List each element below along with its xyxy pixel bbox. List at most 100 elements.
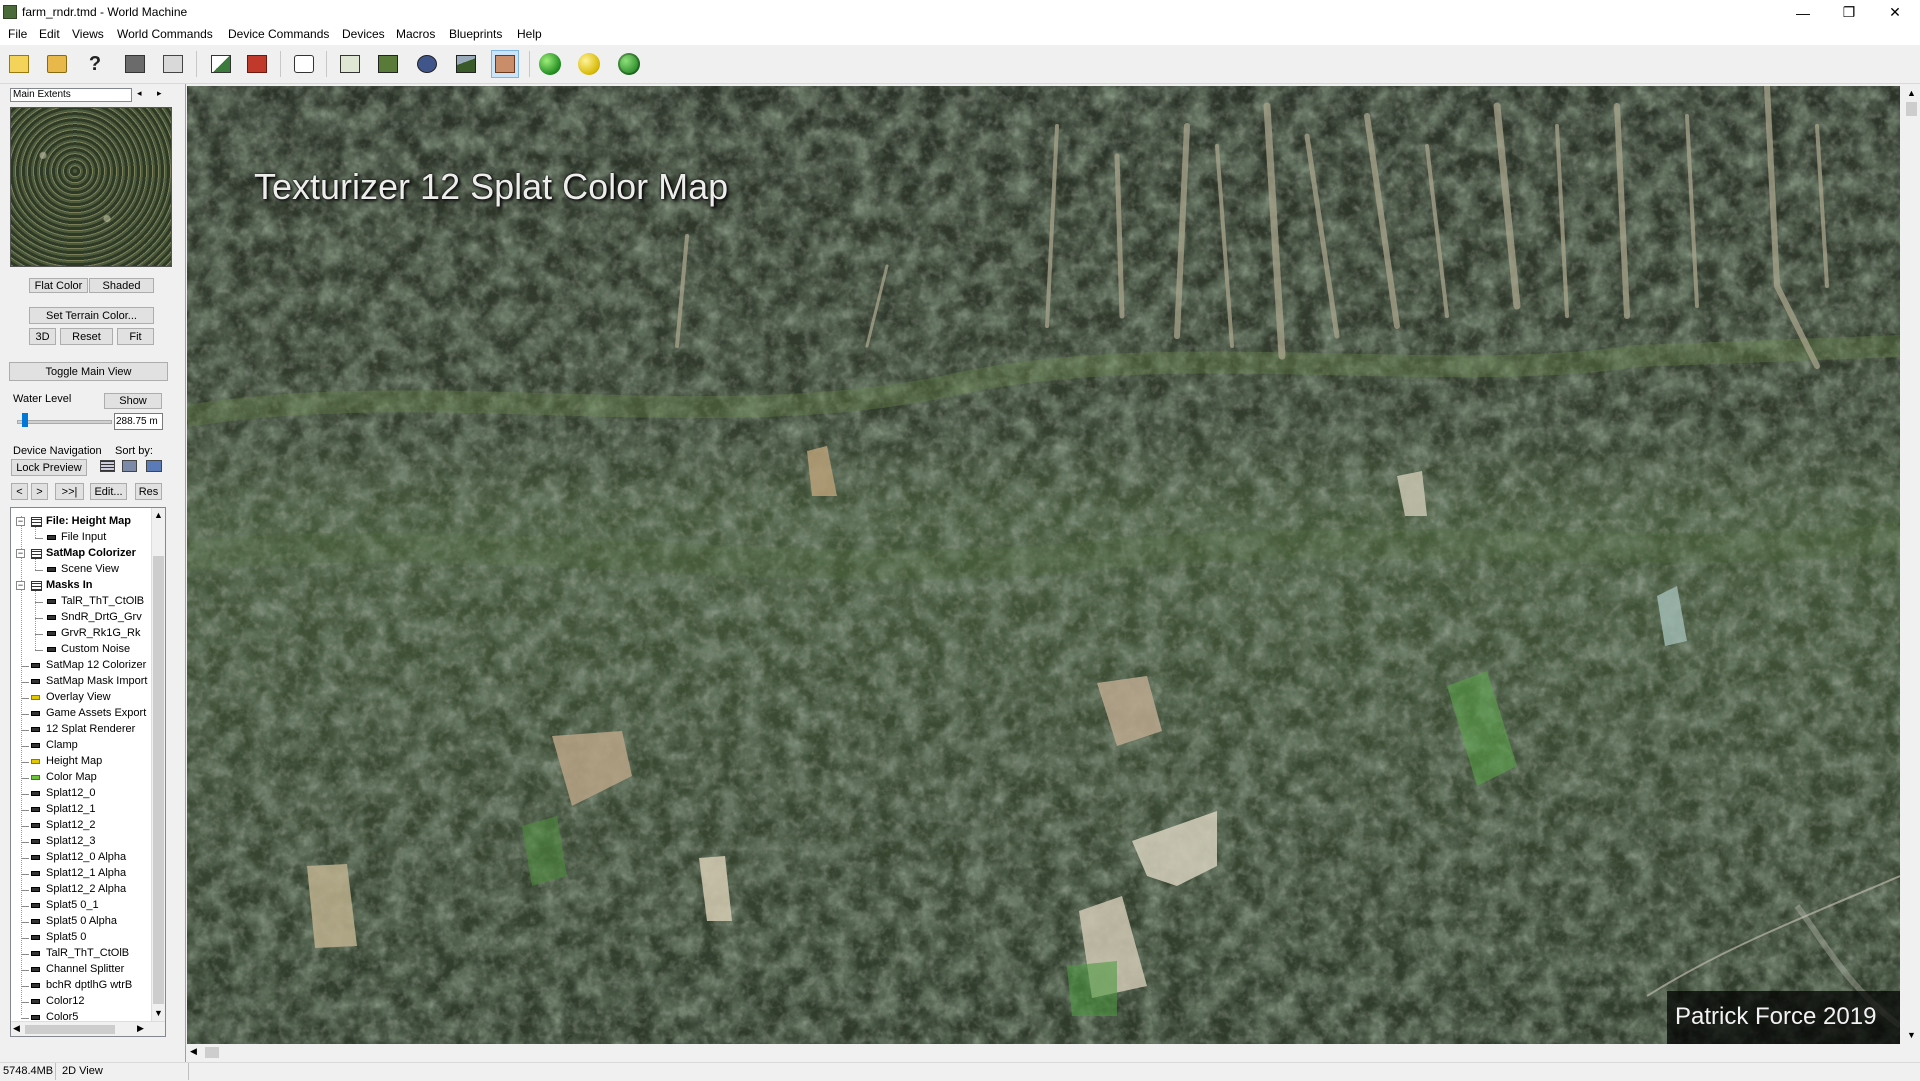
- tree-item-label: Splat12_1: [46, 803, 96, 815]
- scroll-left-arrow[interactable]: ◀: [13, 1023, 20, 1034]
- menu-views[interactable]: Views: [72, 27, 104, 41]
- minimize-button[interactable]: —: [1780, 0, 1826, 25]
- terrain-render: [187, 86, 1900, 1044]
- app-icon: [3, 5, 17, 19]
- set-terrain-color-button[interactable]: Set Terrain Color...: [29, 307, 154, 324]
- viewport-vertical-scrollbar[interactable]: ▲ ▼: [1903, 86, 1920, 1044]
- device-icon: [31, 695, 40, 700]
- tree-item-label: GrvR_Rk1G_Rk: [61, 627, 141, 639]
- menu-macros[interactable]: Macros: [396, 27, 435, 41]
- menu-devices[interactable]: Devices: [342, 27, 385, 41]
- sort-type-icon[interactable]: [122, 460, 137, 472]
- device-view-icon[interactable]: [336, 50, 364, 78]
- tree-horizontal-scrollbar[interactable]: ◀ ▶: [11, 1021, 165, 1036]
- sort-list-icon[interactable]: [100, 460, 115, 472]
- restore-button[interactable]: ❐: [1826, 0, 1872, 25]
- shaded-button[interactable]: Shaded: [89, 278, 154, 293]
- status-bar: 5748.4MB 2D View: [0, 1062, 1920, 1081]
- menu-blueprints[interactable]: Blueprints: [449, 27, 502, 41]
- yellow-ball-icon[interactable]: [575, 50, 603, 78]
- device-icon: [31, 759, 40, 764]
- sort-graph-icon[interactable]: [146, 460, 162, 472]
- water-level-slider[interactable]: [22, 413, 29, 427]
- scroll-down-arrow[interactable]: ▼: [154, 1008, 163, 1018]
- extents-select[interactable]: Main Extents: [10, 88, 132, 102]
- device-icon: [47, 599, 56, 604]
- device-icon: [31, 855, 40, 860]
- tree-scroll-thumb[interactable]: [153, 556, 164, 1004]
- dice-icon[interactable]: [290, 50, 318, 78]
- fit-button[interactable]: Fit: [117, 328, 154, 345]
- nav-last-button[interactable]: >>|: [55, 483, 84, 500]
- tree-item-label: File: Height Map: [46, 515, 131, 527]
- explorer-view-icon[interactable]: [413, 50, 441, 78]
- 2d-view-viewport[interactable]: Texturizer 12 Splat Color Map Patrick Fo…: [187, 86, 1900, 1044]
- device-icon: [47, 615, 56, 620]
- save-icon[interactable]: [121, 50, 149, 78]
- close-button[interactable]: ✕: [1872, 0, 1918, 25]
- group-icon: [31, 549, 42, 559]
- collapse-icon[interactable]: −: [16, 581, 25, 590]
- stop-icon[interactable]: [243, 50, 271, 78]
- tree-item-label: Splat12_2 Alpha: [46, 883, 127, 895]
- collapse-icon[interactable]: −: [16, 517, 25, 526]
- viewport-hscroll-thumb[interactable]: [205, 1047, 219, 1058]
- tree-item-label: Splat12_1 Alpha: [46, 867, 127, 879]
- tree-item-label: Splat5 0: [46, 931, 87, 943]
- toggle-main-view-button[interactable]: Toggle Main View: [9, 362, 168, 381]
- nav-next-button[interactable]: >: [31, 483, 48, 500]
- viewport-scroll-up[interactable]: ▲: [1907, 88, 1916, 98]
- device-icon: [31, 807, 40, 812]
- menu-device-commands[interactable]: Device Commands: [228, 27, 329, 41]
- menu-file[interactable]: File: [8, 27, 27, 41]
- overview-thumbnail[interactable]: [10, 107, 172, 267]
- extents-prev-arrow[interactable]: ◂: [137, 88, 142, 99]
- help-icon[interactable]: ?: [81, 50, 109, 78]
- menu-bar: File Edit Views World Commands Device Co…: [0, 25, 1920, 45]
- tree-item-label: Channel Splitter: [46, 963, 125, 975]
- menu-edit[interactable]: Edit: [39, 27, 60, 41]
- edit-button[interactable]: Edit...: [90, 483, 127, 500]
- res-button[interactable]: Res: [135, 483, 162, 500]
- open-icon[interactable]: [43, 50, 71, 78]
- green-ball-icon[interactable]: [536, 50, 564, 78]
- menu-help[interactable]: Help: [517, 27, 542, 41]
- status-view-mode: 2D View: [62, 1065, 103, 1077]
- device-navigation-label: Device Navigation: [13, 445, 102, 457]
- device-icon: [31, 663, 40, 668]
- export-icon[interactable]: [159, 50, 187, 78]
- lock-preview-button[interactable]: Lock Preview: [11, 459, 87, 476]
- scroll-right-arrow[interactable]: ▶: [137, 1023, 144, 1034]
- tree-hscroll-thumb[interactable]: [25, 1025, 115, 1034]
- viewport-vscroll-thumb[interactable]: [1906, 102, 1917, 116]
- flat-color-button[interactable]: Flat Color: [29, 278, 88, 293]
- viewport-scroll-down[interactable]: ▼: [1907, 1030, 1916, 1040]
- 2d-view-icon[interactable]: [491, 50, 519, 78]
- reset-button[interactable]: Reset: [60, 328, 113, 345]
- water-level-input[interactable]: 288.75 m: [114, 413, 163, 430]
- sort-by-label: Sort by:: [115, 445, 153, 457]
- tree-item-label: 12 Splat Renderer: [46, 723, 136, 735]
- device-icon: [31, 775, 40, 780]
- build-icon[interactable]: [207, 50, 235, 78]
- globe-icon[interactable]: [615, 50, 643, 78]
- tree-item-label: Splat5 0_1: [46, 899, 99, 911]
- new-icon[interactable]: [5, 50, 33, 78]
- menu-world-commands[interactable]: World Commands: [117, 27, 213, 41]
- scroll-up-arrow[interactable]: ▲: [154, 510, 163, 520]
- viewport-horizontal-scrollbar[interactable]: ◀: [187, 1044, 1903, 1061]
- layout-view-icon[interactable]: [374, 50, 402, 78]
- device-icon: [31, 935, 40, 940]
- tree-item-label: SatMap 12 Colorizer: [46, 659, 147, 671]
- viewport-scroll-left[interactable]: ◀: [190, 1046, 197, 1057]
- tree-vertical-scrollbar[interactable]: ▲ ▼: [151, 508, 165, 1021]
- nav-prev-button[interactable]: <: [11, 483, 28, 500]
- extents-next-arrow[interactable]: ▸: [157, 88, 162, 99]
- 3d-view-icon[interactable]: [452, 50, 480, 78]
- status-memory: 5748.4MB: [3, 1065, 54, 1077]
- 3d-button[interactable]: 3D: [29, 328, 56, 345]
- tree-item-label: File Input: [61, 531, 107, 543]
- show-water-button[interactable]: Show: [104, 393, 162, 409]
- device-icon: [31, 839, 40, 844]
- collapse-icon[interactable]: −: [16, 549, 25, 558]
